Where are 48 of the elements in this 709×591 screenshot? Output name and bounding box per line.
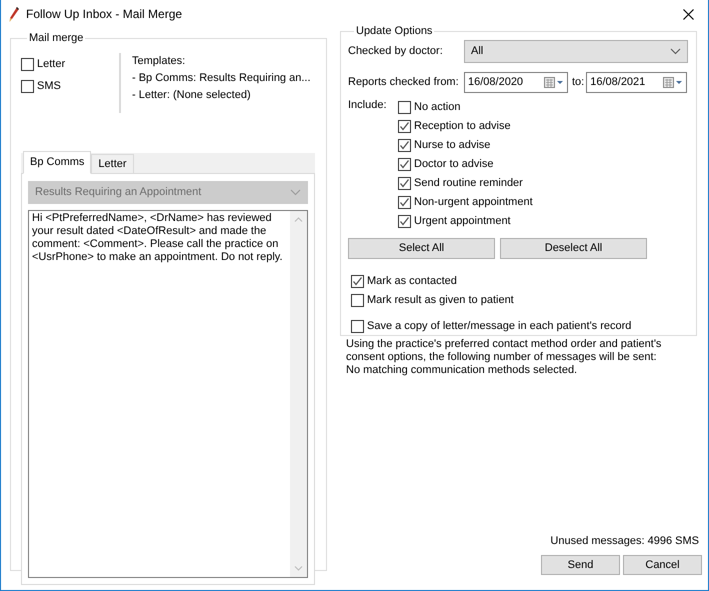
field-label: to: — [572, 75, 584, 90]
checkmark-icon — [399, 158, 410, 170]
tab[interactable]: Bp Comms — [23, 150, 92, 174]
calendar-icon[interactable] — [663, 77, 684, 88]
checkmark-icon — [399, 178, 410, 188]
close-icon[interactable] — [682, 8, 694, 20]
checkmark-icon — [399, 216, 410, 226]
button[interactable]: Send — [541, 555, 620, 575]
group-label: Mail merge — [28, 32, 84, 44]
checkbox[interactable]: No action — [398, 100, 533, 114]
field-label: Checked by doctor: — [348, 44, 444, 60]
calendar-icon[interactable] — [544, 77, 564, 88]
message-field[interactable]: Hi <PtPreferredName>, <DrName> has reviewed your result dated <DateOfResult> and made the comment: <Comment>. Please call the practice on <UsrPhone> to make an appointment. Do not reply. — [28, 210, 308, 578]
checkbox[interactable]: Send routine reminder — [398, 176, 533, 190]
checkmark-icon — [352, 276, 363, 286]
pencil-icon — [8, 6, 20, 22]
checkbox[interactable]: Non-urgent appointment — [398, 195, 533, 209]
date-field[interactable]: 16/08/2020 — [464, 72, 568, 93]
checkbox[interactable]: SMS — [21, 79, 79, 93]
chevron-icon — [290, 189, 301, 196]
template-line: - Bp Comms: Results Requiring an... — [132, 71, 311, 86]
chevron-icon — [670, 48, 681, 55]
checkmark-icon — [399, 140, 410, 150]
field-label: Include: — [348, 98, 388, 113]
button[interactable]: Cancel — [623, 555, 702, 575]
checkbox[interactable]: Mark result as given to patient — [351, 293, 688, 307]
templates-heading: Templates: — [132, 54, 186, 69]
button[interactable]: Select All — [348, 238, 495, 259]
checkbox[interactable]: Urgent appointment — [398, 214, 533, 228]
field-label: Reports checked from: — [348, 75, 460, 90]
tab[interactable]: Letter — [91, 154, 134, 174]
checkbox[interactable]: Save a copy of letter/message in each patient's record — [348, 319, 688, 333]
checkbox[interactable]: Mark as contacted — [351, 274, 688, 288]
template-line: - Letter: (None selected) — [132, 88, 252, 103]
checkbox[interactable]: Reception to advise — [398, 119, 533, 133]
status-text: No matching communication methods selected. — [346, 364, 578, 377]
doctor-dropdown[interactable]: All — [464, 40, 688, 63]
checkmark-icon — [399, 196, 410, 208]
checkbox[interactable]: Letter — [21, 57, 79, 71]
checkmark-icon — [399, 120, 410, 132]
summary-text: Using the practice's preferred contact method order and patient's consent options, the following number of messages will be sent: — [346, 338, 662, 364]
checkbox[interactable]: Doctor to advise — [398, 157, 533, 171]
unused-messages-text: Unused messages: 4996 SMS — [549, 534, 699, 548]
date-field[interactable]: 16/08/2021 — [586, 72, 688, 93]
window-title: Follow Up Inbox - Mail Merge — [26, 6, 184, 23]
checkbox[interactable]: Nurse to advise — [398, 138, 533, 152]
group-label: Update Options — [355, 25, 434, 37]
button[interactable]: Deselect All — [500, 238, 647, 259]
